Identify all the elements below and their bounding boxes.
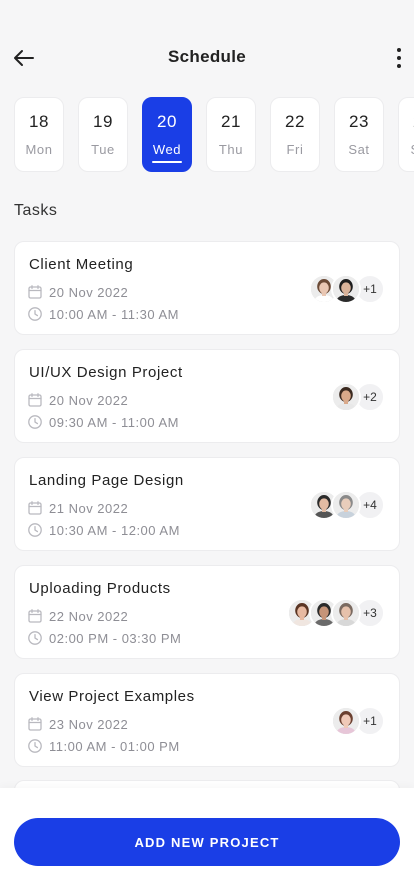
date-weekday: Wed: [152, 142, 182, 157]
add-new-project-button[interactable]: ADD NEW PROJECT: [14, 818, 400, 866]
task-time-row: 11:00 AM - 01:00 PM: [27, 738, 180, 754]
date-weekday: Sat: [348, 142, 370, 157]
calendar-icon: [28, 393, 42, 407]
task-time-row: 10:00 AM - 11:30 AM: [27, 306, 179, 322]
task-name: View Project Examples: [29, 688, 195, 705]
task-name: Client Meeting: [29, 256, 134, 273]
task-card[interactable]: Client Meeting 20 Nov 2022 10:00 AM - 11:3…: [14, 241, 400, 335]
clock-icon: [28, 307, 42, 321]
task-card[interactable]: Landing Page Design 21 Nov 2022 10:30 AM -…: [14, 457, 400, 551]
clock-icon: [28, 631, 42, 645]
clock-icon: [28, 739, 42, 753]
date-item-22[interactable]: 22 Fri: [270, 97, 320, 172]
date-weekday: Fri: [286, 142, 304, 157]
date-number: 23: [349, 112, 369, 131]
task-time-row: 10:30 AM - 12:00 AM: [27, 522, 180, 538]
task-date-row: 21 Nov 2022: [27, 500, 128, 516]
task-time: 11:00 AM - 01:00 PM: [49, 738, 180, 754]
task-date: 20 Nov 2022: [49, 284, 129, 300]
date-item-20[interactable]: 20 Wed: [142, 97, 192, 172]
clock-icon: [28, 415, 42, 429]
task-time-row: 02:00 PM - 03:30 PM: [27, 630, 181, 646]
task-time: 02:00 PM - 03:30 PM: [49, 630, 182, 646]
dot: [397, 64, 401, 68]
task-name: Uploading Products: [29, 580, 171, 597]
avatar: [331, 706, 361, 736]
avatar: [331, 598, 361, 628]
task-name: UI/UX Design Project: [29, 364, 183, 381]
page-title: Schedule: [168, 47, 246, 66]
task-time-row: 09:30 AM - 11:00 AM: [27, 414, 179, 430]
date-item-18[interactable]: 18 Mon: [14, 97, 64, 172]
date-strip: 18 Mon 19 Tue 20 Wed 21 Thu 22 Fri 23 Sat 24 Sun: [14, 97, 414, 173]
task-date: 23 Nov 2022: [49, 716, 129, 732]
task-date-row: 22 Nov 2022: [27, 608, 128, 624]
task-name: Landing Page Design: [29, 472, 184, 489]
date-number: 22: [285, 112, 305, 131]
participant-avatars: +3: [287, 598, 385, 628]
dot: [397, 56, 401, 60]
date-number: 18: [29, 112, 49, 131]
date-item-21[interactable]: 21 Thu: [206, 97, 256, 172]
avatar: [331, 274, 361, 304]
task-card[interactable]: Uploading Products 22 Nov 2022 02:00 PM - …: [14, 565, 400, 659]
task-time: 10:00 AM - 11:30 AM: [49, 306, 179, 322]
clock-icon: [28, 523, 42, 537]
date-weekday: Tue: [91, 142, 115, 157]
avatar: [331, 382, 361, 412]
calendar-icon: [28, 501, 42, 515]
calendar-icon: [28, 717, 42, 731]
date-number: 21: [221, 112, 241, 131]
date-item-24[interactable]: 24 Sun: [398, 97, 414, 172]
top-bar: Schedule: [0, 0, 414, 96]
task-date-row: 20 Nov 2022: [27, 284, 128, 300]
active-underline: [152, 161, 182, 163]
date-item-19[interactable]: 19 Tue: [78, 97, 128, 172]
avatar: [331, 490, 361, 520]
participant-avatars: +1: [331, 706, 385, 736]
task-date-row: 20 Nov 2022: [27, 392, 128, 408]
date-weekday: Thu: [218, 142, 244, 157]
task-date: 22 Nov 2022: [49, 608, 129, 624]
task-date-row: 23 Nov 2022: [27, 716, 128, 732]
calendar-icon: [28, 609, 42, 623]
task-card[interactable]: UI/UX Design Project 20 Nov 2022 09:30 AM …: [14, 349, 400, 443]
participant-avatars: +2: [331, 382, 385, 412]
calendar-icon: [28, 285, 42, 299]
date-weekday: Sun: [399, 142, 414, 157]
task-time: 09:30 AM - 11:00 AM: [49, 414, 179, 430]
task-date: 21 Nov 2022: [49, 500, 129, 516]
task-date: 20 Nov 2022: [49, 392, 129, 408]
participant-avatars: +1: [309, 274, 385, 304]
date-number: 20: [157, 112, 177, 131]
more-options-button[interactable]: [392, 44, 406, 72]
task-time: 10:30 AM - 12:00 AM: [49, 522, 180, 538]
task-card[interactable]: View Project Examples 23 Nov 2022 11:00 AM…: [14, 673, 400, 767]
bottom-bar: ADD NEW PROJECT: [0, 788, 414, 896]
date-weekday: Mon: [25, 142, 53, 157]
date-item-23[interactable]: 23 Sat: [334, 97, 384, 172]
date-number: 19: [93, 112, 113, 131]
section-title: Tasks: [14, 202, 58, 219]
participant-avatars: +4: [309, 490, 385, 520]
date-number: 24: [399, 112, 414, 132]
dot: [397, 48, 401, 52]
